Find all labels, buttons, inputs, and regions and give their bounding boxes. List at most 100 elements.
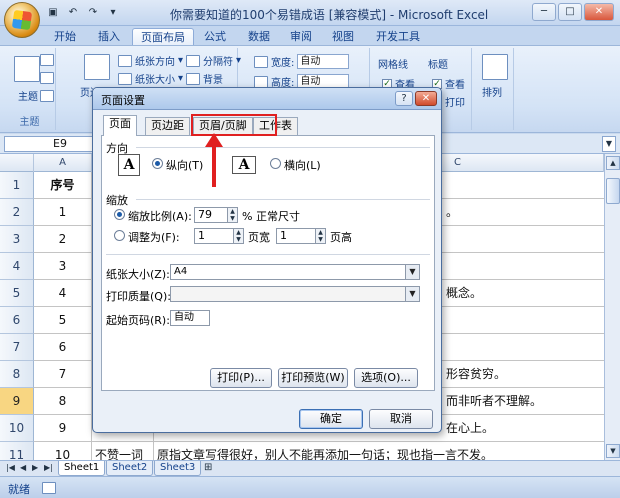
portrait-label[interactable]: 纵向(T)	[166, 157, 203, 173]
save-icon[interactable]: ▣	[46, 6, 60, 20]
customize-qat-icon[interactable]: ▾	[106, 6, 120, 20]
tab-page[interactable]: 页面	[103, 115, 137, 136]
minimize-button[interactable]: ─	[532, 3, 556, 21]
cell-a[interactable]: 7	[34, 361, 92, 388]
select-all-corner[interactable]	[0, 154, 34, 172]
row-header[interactable]: 9	[0, 388, 34, 415]
background-button[interactable]: 背景	[186, 71, 223, 86]
row-header[interactable]: 7	[0, 334, 34, 361]
cell-a[interactable]: 序号	[34, 172, 92, 199]
cell-a[interactable]: 4	[34, 280, 92, 307]
cancel-button[interactable]: 取消	[369, 409, 433, 429]
fit-wide-spin-icon[interactable]: ▲ ▼	[233, 229, 243, 243]
tab-data[interactable]: 数据	[240, 28, 278, 46]
first-sheet-icon[interactable]: |◀	[6, 463, 15, 472]
close-button[interactable]: ✕	[584, 3, 614, 21]
tab-page-layout[interactable]: 页面布局	[132, 28, 194, 46]
formula-bar-expand-icon[interactable]: ▼	[602, 136, 616, 152]
cell-a[interactable]: 2	[34, 226, 92, 253]
name-box[interactable]: E9	[4, 136, 100, 152]
redo-icon[interactable]: ↷	[86, 6, 100, 20]
window-controls: ─ □ ✕	[532, 3, 614, 21]
breaks-button[interactable]: 分隔符 ▾	[186, 53, 241, 68]
tab-home[interactable]: 开始	[46, 28, 84, 46]
first-page-input[interactable]: 自动	[170, 310, 210, 326]
row-header[interactable]: 1	[0, 172, 34, 199]
dialog-close-button[interactable]: ✕	[415, 91, 437, 106]
ok-button[interactable]: 确定	[299, 409, 363, 429]
row-header[interactable]: 11	[0, 442, 34, 460]
macro-record-icon[interactable]	[42, 482, 56, 494]
cell-a[interactable]: 6	[34, 334, 92, 361]
sheet-tab-3[interactable]: Sheet3	[154, 461, 202, 476]
fonts-icon[interactable]	[40, 72, 54, 84]
row-header[interactable]: 10	[0, 415, 34, 442]
sheet-tab-2[interactable]: Sheet2	[106, 461, 154, 476]
tab-insert[interactable]: 插入	[90, 28, 128, 46]
margins-button[interactable]	[84, 54, 110, 80]
fit-label[interactable]: 调整为(F):	[128, 229, 180, 245]
cell-a[interactable]: 9	[34, 415, 92, 442]
office-button[interactable]	[4, 2, 40, 38]
insert-sheet-icon[interactable]: ⊞	[204, 462, 212, 473]
portrait-radio[interactable]	[152, 158, 163, 169]
colors-icon[interactable]	[40, 54, 54, 66]
themes-button[interactable]	[14, 56, 40, 82]
title-bar: ▣ ↶ ↷ ▾ 你需要知道的100个易错成语 [兼容模式] - Microsof…	[0, 0, 620, 26]
tab-formulas[interactable]: 公式	[196, 28, 234, 46]
scale-spinner[interactable]: 79 ▲ ▼	[194, 207, 238, 223]
arrange-button[interactable]	[482, 54, 508, 80]
cell-b[interactable]: 不赞一词	[92, 442, 154, 460]
fit-wide-spinner[interactable]: 1 ▲ ▼	[194, 228, 244, 244]
paper-size-dropdown[interactable]: A4 ▼	[170, 264, 420, 280]
scale-radio[interactable]	[114, 209, 125, 220]
scale-label[interactable]: 缩放比例(A):	[128, 208, 192, 224]
row-header[interactable]: 8	[0, 361, 34, 388]
print-button[interactable]: 打印(P)...	[210, 368, 272, 388]
tab-developer[interactable]: 开发工具	[368, 28, 428, 46]
cell-c[interactable]: 原指文章写得很好，别人不能再添加一句话；现也指一言不发。	[154, 442, 604, 460]
sheet-tab-1[interactable]: Sheet1	[58, 461, 106, 476]
cell-a[interactable]: 8	[34, 388, 92, 415]
tab-view[interactable]: 视图	[324, 28, 362, 46]
dialog-help-button[interactable]: ?	[395, 91, 413, 106]
cell-a[interactable]: 5	[34, 307, 92, 334]
scroll-down-icon[interactable]: ▼	[606, 444, 620, 458]
scroll-thumb[interactable]	[606, 178, 620, 204]
maximize-button[interactable]: □	[558, 3, 582, 21]
row-header[interactable]: 5	[0, 280, 34, 307]
scale-spin-icon[interactable]: ▲ ▼	[227, 208, 237, 222]
tab-review[interactable]: 审阅	[282, 28, 320, 46]
size-button[interactable]: 纸张大小 ▾	[118, 71, 183, 86]
next-sheet-icon[interactable]: ▶	[32, 463, 38, 472]
effects-icon[interactable]	[40, 90, 54, 102]
landscape-label[interactable]: 横向(L)	[284, 157, 321, 173]
row-header[interactable]: 6	[0, 307, 34, 334]
paper-size-chevron-down-icon[interactable]: ▼	[405, 265, 419, 279]
themes-group-label: 主题	[19, 117, 40, 128]
print-quality-chevron-down-icon[interactable]: ▼	[405, 287, 419, 301]
vertical-scrollbar[interactable]: ▲ ▼	[604, 154, 620, 460]
last-sheet-icon[interactable]: ▶|	[44, 463, 53, 472]
print-preview-button[interactable]: 打印预览(W)	[278, 368, 348, 388]
options-button[interactable]: 选项(O)...	[354, 368, 418, 388]
scroll-up-icon[interactable]: ▲	[606, 156, 620, 170]
landscape-radio[interactable]	[270, 158, 281, 169]
column-header-a[interactable]: A	[34, 154, 92, 172]
undo-icon[interactable]: ↶	[66, 6, 80, 20]
prev-sheet-icon[interactable]: ◀	[20, 463, 26, 472]
tab-margins[interactable]: 页边距	[145, 117, 190, 135]
row-header[interactable]: 4	[0, 253, 34, 280]
fit-tall-spin-icon[interactable]: ▲ ▼	[315, 229, 325, 243]
width-combo[interactable]: 自动	[297, 54, 350, 69]
cell-a[interactable]: 10	[34, 442, 92, 460]
print-quality-dropdown[interactable]: ▼	[170, 286, 420, 302]
row-header[interactable]: 3	[0, 226, 34, 253]
row-header[interactable]: 2	[0, 199, 34, 226]
fit-radio[interactable]	[114, 230, 125, 241]
orientation-button[interactable]: 纸张方向 ▾	[118, 53, 183, 68]
dialog-tab-panel: 方向 A 纵向(T) A 横向(L) 缩放 缩放比例(A): 79 ▲ ▼ % 正常…	[101, 135, 435, 391]
fit-tall-spinner[interactable]: 1 ▲ ▼	[276, 228, 326, 244]
cell-a[interactable]: 3	[34, 253, 92, 280]
cell-a[interactable]: 1	[34, 199, 92, 226]
